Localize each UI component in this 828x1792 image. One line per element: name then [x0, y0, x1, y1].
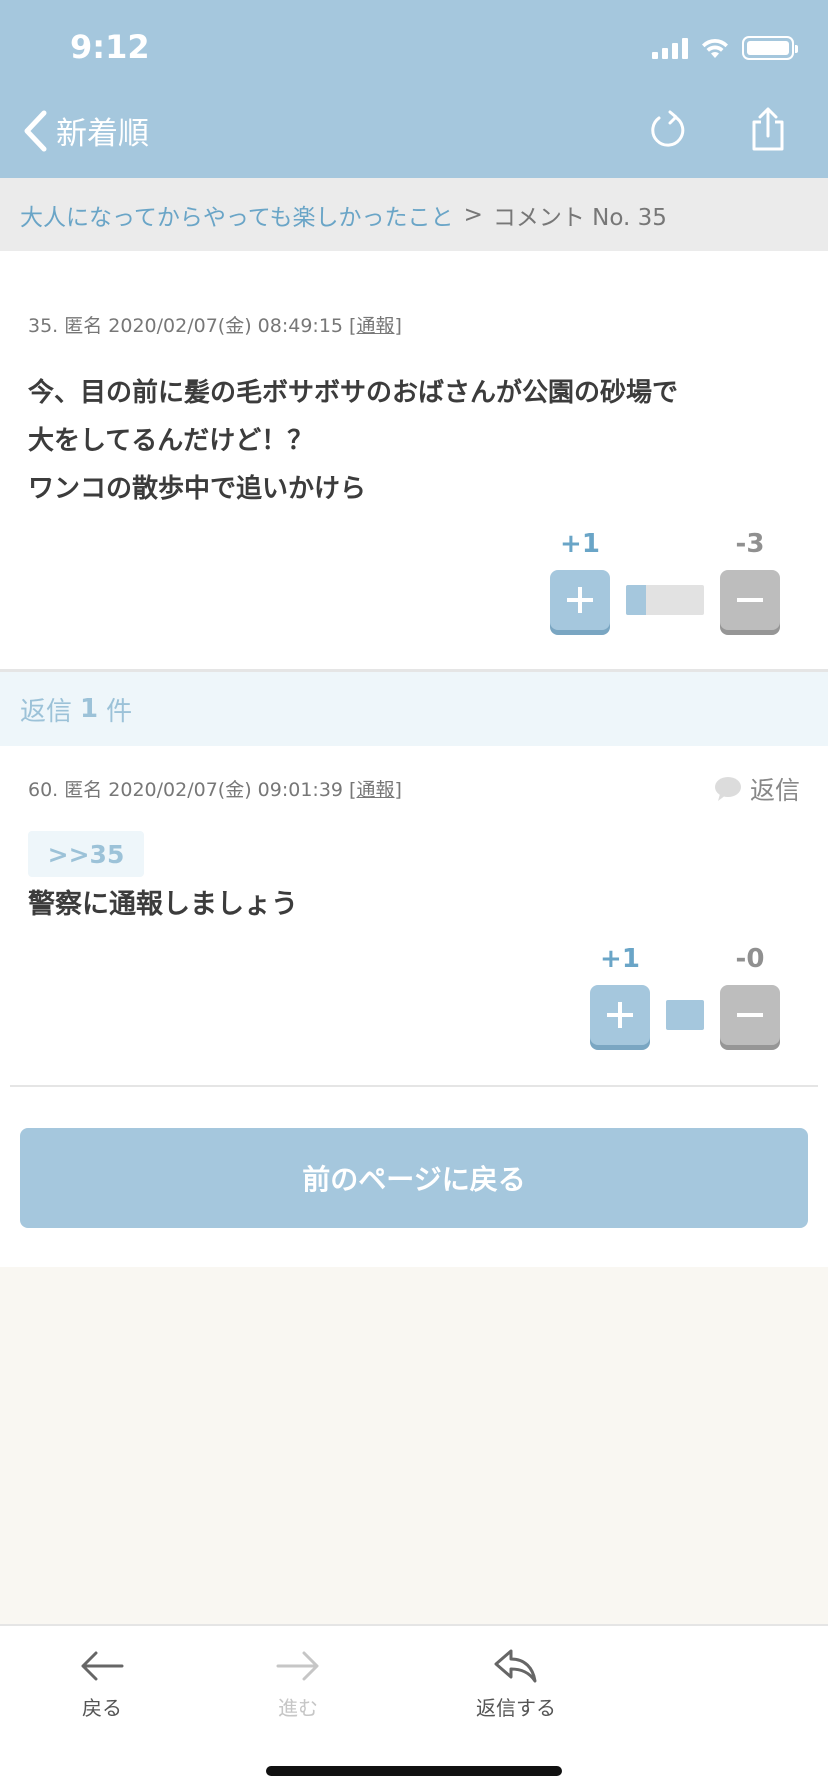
reply-report-link[interactable]: [通報]: [349, 779, 402, 801]
breadcrumb-separator: >: [463, 201, 483, 228]
status-time: 9:12: [70, 28, 150, 66]
back-to-previous-page-button[interactable]: 前のページに戻る: [20, 1128, 808, 1228]
wifi-icon: [702, 38, 728, 58]
toolbar-back-label: 戻る: [82, 1696, 122, 1720]
reply-vote-ratio-bar: [666, 1000, 704, 1030]
comment-meta: 35. 匿名 2020/02/07(金) 08:49:15 [通報]: [28, 311, 402, 338]
chevron-left-icon: [24, 110, 47, 151]
plus-vote-button[interactable]: [550, 570, 610, 630]
nav-back-label: 新着順: [56, 116, 149, 152]
reply-plus-count: +1: [600, 944, 640, 974]
reply-body: 警察に通報しましょう: [28, 889, 298, 920]
status-icons: [652, 36, 798, 60]
plus-icon: [607, 1002, 633, 1028]
toolbar-back-button[interactable]: 戻る: [32, 1648, 172, 1721]
vote-ratio-fill: [626, 585, 646, 615]
reply-vote-ratio-fill: [666, 1000, 704, 1030]
toolbar-reply-button[interactable]: 返信する: [446, 1648, 586, 1721]
reply-action-label: 返信: [749, 776, 800, 805]
reply-anchor-link[interactable]: >>35: [28, 831, 144, 877]
replies-suffix: 件: [106, 696, 133, 727]
breadcrumb: 大人になってからやっても楽しかったこと > コメント No. 35: [0, 178, 828, 251]
share-icon[interactable]: [748, 106, 788, 152]
top-bar: 9:12 新着順: [0, 0, 828, 178]
comment-content: 35. 匿名 2020/02/07(金) 08:49:15 [通報] 今、目の前…: [0, 251, 828, 1267]
minus-count: -3: [735, 529, 765, 559]
home-indicator: [266, 1766, 562, 1776]
toolbar-forward-button[interactable]: 進む: [228, 1648, 368, 1721]
minus-icon: [737, 598, 763, 602]
comment-meta-text: 35. 匿名 2020/02/07(金) 08:49:15: [28, 315, 350, 337]
toolbar-forward-label: 進む: [278, 1696, 318, 1720]
reply-minus-count: -0: [735, 944, 765, 974]
report-link[interactable]: [通報]: [349, 315, 402, 337]
reply-plus-vote-button[interactable]: [590, 985, 650, 1045]
vote-ratio-bar: [626, 585, 704, 615]
plus-count: +1: [560, 529, 600, 559]
arrow-left-icon: [81, 1651, 124, 1681]
refresh-icon[interactable]: [648, 108, 688, 152]
breadcrumb-topic-link[interactable]: 大人になってからやっても楽しかったこと: [20, 198, 454, 232]
plus-icon: [567, 587, 593, 613]
minus-icon: [737, 1013, 763, 1017]
battery-icon: [742, 36, 798, 60]
comment-body: 今、目の前に髪の毛ボサボサのおばさんが公園の砂場で 大をしてるんだけど！？ ワン…: [28, 378, 679, 504]
divider: [10, 1085, 818, 1087]
breadcrumb-current: コメント No. 35: [492, 204, 667, 231]
reply-arrow-icon: [494, 1649, 537, 1683]
reply-action-button[interactable]: 返信: [714, 771, 800, 807]
replies-header: 返信 1 件: [0, 672, 828, 746]
toolbar-reply-label: 返信する: [476, 1696, 556, 1720]
nav-back-button[interactable]: 新着順: [22, 108, 149, 153]
arrow-right-icon: [276, 1651, 319, 1681]
signal-icon: [652, 37, 688, 59]
minus-vote-button[interactable]: [720, 570, 780, 630]
speech-bubble-icon: [714, 777, 741, 801]
reply-meta: 60. 匿名 2020/02/07(金) 09:01:39 [通報]: [28, 775, 402, 802]
replies-count: 1: [80, 694, 99, 724]
reply-meta-text: 60. 匿名 2020/02/07(金) 09:01:39: [28, 779, 350, 801]
reply-minus-vote-button[interactable]: [720, 985, 780, 1045]
replies-prefix: 返信: [20, 696, 73, 727]
